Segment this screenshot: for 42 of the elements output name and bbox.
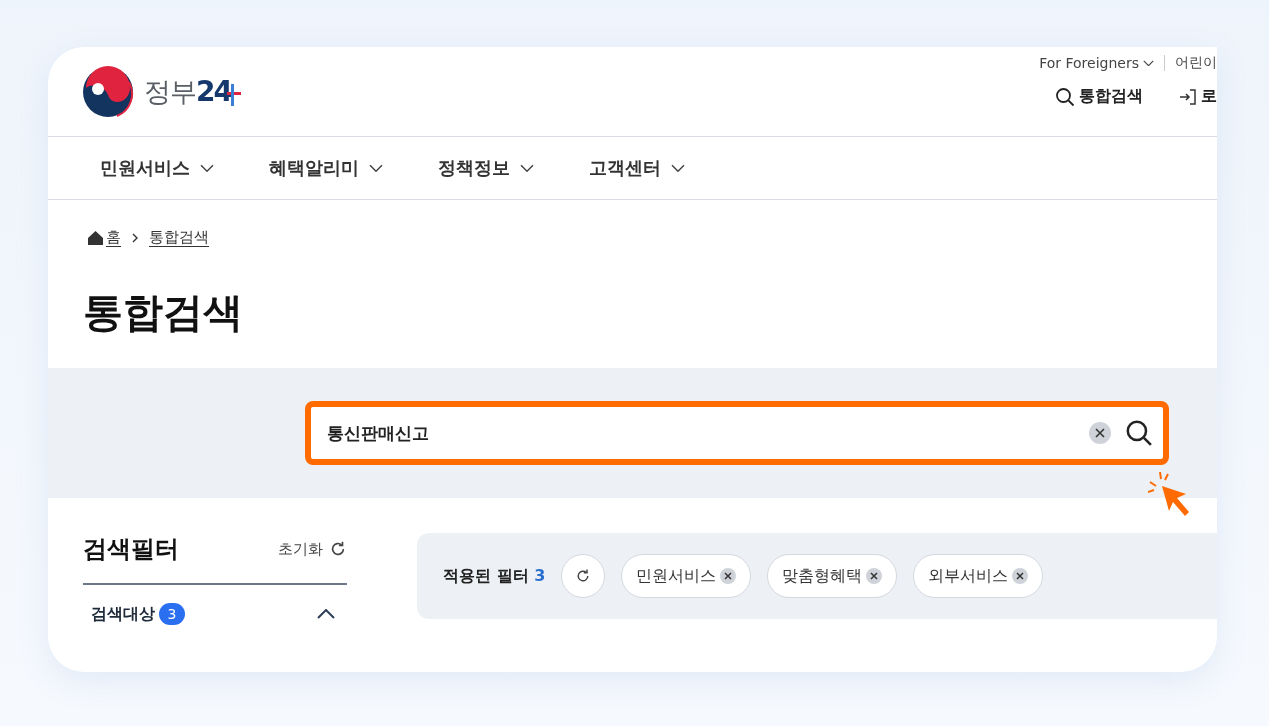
nav-item[interactable]: 정책정보 <box>438 156 534 180</box>
nav-item[interactable]: 민원서비스 <box>100 156 214 180</box>
search-icon <box>1055 86 1075 107</box>
chevron-right-icon <box>131 232 139 243</box>
section-label: 검색대상 <box>91 603 155 625</box>
search-button[interactable] <box>1125 419 1153 447</box>
chevron-down-icon <box>369 163 383 173</box>
reset-button[interactable]: 초기화 <box>278 539 347 559</box>
refresh-icon <box>329 540 347 558</box>
filter-title: 검색필터 <box>83 534 179 565</box>
breadcrumb-link[interactable]: 통합검색 <box>149 228 209 247</box>
filter-chip[interactable]: 외부서비스 <box>913 554 1044 598</box>
logo-number: 24 <box>196 75 231 108</box>
close-icon <box>1095 428 1105 438</box>
search-icon <box>1125 419 1153 447</box>
utility-link[interactable]: For Foreigners <box>1039 55 1154 71</box>
chevron-down-icon <box>520 163 534 173</box>
login-link[interactable]: 로 <box>1179 86 1217 107</box>
remove-icon <box>1012 568 1029 584</box>
nav-item[interactable]: 고객센터 <box>589 156 685 180</box>
collapse-button[interactable] <box>317 609 335 619</box>
chevron-down-icon <box>200 163 214 173</box>
home-icon <box>88 230 103 245</box>
filter-chip[interactable]: 맞춤형혜택 <box>767 554 898 598</box>
breadcrumb-link[interactable]: 홈 <box>106 228 121 247</box>
nav-item[interactable]: 혜택알리미 <box>269 156 383 180</box>
chevron-down-icon <box>1143 59 1154 67</box>
remove-icon <box>720 568 737 584</box>
login-icon <box>1179 87 1197 106</box>
chevron-down-icon <box>671 163 685 173</box>
refresh-button[interactable] <box>561 554 606 598</box>
remove-icon <box>866 568 883 584</box>
logo-icon <box>82 65 134 118</box>
utility-link[interactable]: 어린이 <box>1175 54 1217 72</box>
search-link[interactable]: 통합검색 <box>1055 86 1143 107</box>
applied-filter-label: 적용된 필터 3 <box>443 565 546 587</box>
search-bar[interactable]: 통신판매신고 <box>305 401 1169 465</box>
logo-name: 정부 <box>144 74 196 109</box>
page-title: 통합검색 <box>83 288 244 337</box>
filter-chip[interactable]: 민원서비스 <box>621 554 752 598</box>
count-badge: 3 <box>159 603 185 625</box>
clear-button[interactable] <box>1089 422 1111 444</box>
